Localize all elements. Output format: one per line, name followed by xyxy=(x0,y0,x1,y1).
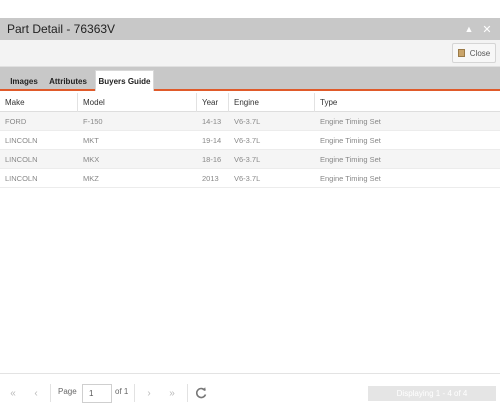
cell-year: 19-14 xyxy=(202,136,222,145)
cell-model: F-150 xyxy=(83,117,103,126)
last-page-icon[interactable]: » xyxy=(165,386,179,400)
page-number-input[interactable] xyxy=(82,384,112,403)
window-title: Part Detail - 76363V xyxy=(7,22,116,36)
grid-body: FORD F-150 14-13 V6-3.7L Engine Timing S… xyxy=(0,112,500,188)
cell-type: Engine Timing Set xyxy=(320,155,381,164)
cell-model: MKT xyxy=(83,136,99,145)
table-row[interactable]: LINCOLN MKT 19-14 V6-3.7L Engine Timing … xyxy=(0,131,500,150)
tab-buyers-guide[interactable]: Buyers Guide xyxy=(95,70,154,91)
next-page-icon[interactable]: › xyxy=(142,386,156,400)
table-row[interactable]: LINCOLN MKX 18-16 V6-3.7L Engine Timing … xyxy=(0,150,500,169)
tab-images-label: Images xyxy=(10,76,38,86)
cell-model: MKX xyxy=(83,155,100,164)
window-toolbar: Close xyxy=(0,40,500,67)
cell-make: LINCOLN xyxy=(5,155,38,164)
page-count-label: of 1 xyxy=(115,387,129,396)
column-header-engine[interactable]: Engine xyxy=(229,93,315,112)
cell-type: Engine Timing Set xyxy=(320,174,381,183)
cell-make: FORD xyxy=(5,117,27,126)
previous-page-icon[interactable]: ‹ xyxy=(29,386,43,400)
table-row[interactable]: LINCOLN MKZ 2013 V6-3.7L Engine Timing S… xyxy=(0,169,500,188)
door-icon xyxy=(457,49,465,57)
paging-toolbar: « ‹ Page of 1 › » Displaying 1 - 4 of 4 xyxy=(0,373,500,413)
cell-engine: V6-3.7L xyxy=(234,174,261,183)
tab-images[interactable]: Images xyxy=(4,71,44,91)
window-titlebar[interactable]: Part Detail - 76363V ▲ ✕ xyxy=(0,18,500,40)
close-icon[interactable]: ✕ xyxy=(480,22,494,36)
cell-engine: V6-3.7L xyxy=(234,155,261,164)
cell-model: MKZ xyxy=(83,174,99,183)
first-page-icon[interactable]: « xyxy=(6,386,20,400)
pager-separator xyxy=(50,384,51,402)
cell-engine: V6-3.7L xyxy=(234,117,261,126)
page-label: Page xyxy=(58,387,77,396)
close-button[interactable]: Close xyxy=(452,43,496,63)
column-header-year[interactable]: Year xyxy=(197,93,229,112)
column-header-make[interactable]: Make xyxy=(0,93,78,112)
grid-header: Make Model Year Engine Type xyxy=(0,93,500,112)
cell-type: Engine Timing Set xyxy=(320,117,381,126)
column-header-model[interactable]: Model xyxy=(78,93,197,112)
collapse-icon[interactable]: ▲ xyxy=(462,22,476,36)
cell-year: 2013 xyxy=(202,174,219,183)
table-row[interactable]: FORD F-150 14-13 V6-3.7L Engine Timing S… xyxy=(0,112,500,131)
part-detail-window: Part Detail - 76363V ▲ ✕ Close Images At… xyxy=(0,18,500,413)
cell-engine: V6-3.7L xyxy=(234,136,261,145)
column-header-type[interactable]: Type xyxy=(315,93,500,112)
cell-year: 18-16 xyxy=(202,155,222,164)
tab-attributes[interactable]: Attributes xyxy=(45,71,91,91)
cell-make: LINCOLN xyxy=(5,174,38,183)
tab-bar: Images Attributes Buyers Guide xyxy=(0,67,500,91)
top-strip xyxy=(0,0,500,18)
close-button-label: Close xyxy=(469,48,491,58)
cell-type: Engine Timing Set xyxy=(320,136,381,145)
tab-buyers-guide-label: Buyers Guide xyxy=(98,76,151,86)
tab-attributes-label: Attributes xyxy=(49,76,87,86)
cell-year: 14-13 xyxy=(202,117,222,126)
pager-separator xyxy=(134,384,135,402)
pager-separator xyxy=(187,384,188,402)
page: Part Detail - 76363V ▲ ✕ Close Images At… xyxy=(0,0,500,413)
buyers-guide-grid: Make Model Year Engine Type FORD F-150 1… xyxy=(0,93,500,188)
display-status: Displaying 1 - 4 of 4 xyxy=(368,386,496,401)
cell-make: LINCOLN xyxy=(5,136,38,145)
refresh-icon[interactable] xyxy=(194,386,208,400)
